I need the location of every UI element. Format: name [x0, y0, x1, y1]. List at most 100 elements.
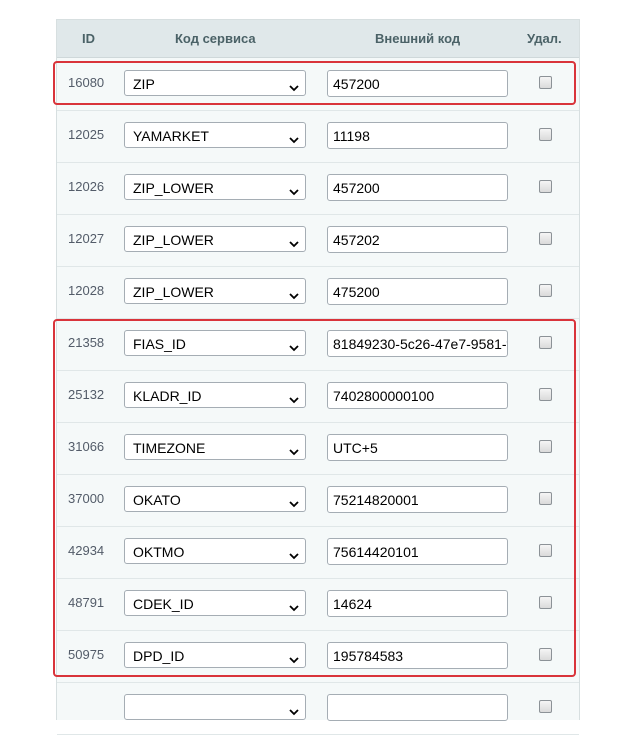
- table-row: 31066 TIMEZONE UTC+5: [57, 422, 579, 475]
- header-delete: Удал.: [527, 31, 562, 46]
- table-row: 12028 ZIP_LOWER 475200: [57, 266, 579, 319]
- external-code-value: 457200: [333, 76, 380, 92]
- delete-checkbox[interactable]: [539, 440, 552, 453]
- service-code-select[interactable]: OKATO: [124, 486, 306, 512]
- external-code-input[interactable]: 457200: [327, 174, 508, 201]
- chevron-down-icon: [289, 547, 299, 560]
- service-code-select[interactable]: ZIP_LOWER: [124, 174, 306, 200]
- delete-checkbox[interactable]: [539, 492, 552, 505]
- table-row: 50975 DPD_ID 195784583: [57, 630, 579, 683]
- table-row: 12025 YAMARKET 11198: [57, 110, 579, 163]
- delete-checkbox[interactable]: [539, 336, 552, 349]
- external-code-value: 457202: [333, 232, 380, 248]
- external-code-value: 195784583: [333, 648, 404, 664]
- external-code-input[interactable]: 457202: [327, 226, 508, 253]
- delete-checkbox[interactable]: [539, 388, 552, 401]
- table-row: [57, 682, 579, 735]
- row-id: 25132: [68, 387, 105, 402]
- table-row: 48791 CDEK_ID 14624: [57, 578, 579, 631]
- service-code-select[interactable]: FIAS_ID: [124, 330, 306, 356]
- service-code-value: TIMEZONE: [133, 440, 206, 456]
- external-code-value: 75214820001: [333, 492, 419, 508]
- service-code-select[interactable]: YAMARKET: [124, 122, 306, 148]
- service-code-value: OKTMO: [133, 544, 185, 560]
- service-code-value: ZIP: [133, 76, 155, 92]
- external-code-input[interactable]: 75214820001: [327, 486, 508, 513]
- external-code-input[interactable]: 75614420101: [327, 538, 508, 565]
- chevron-down-icon: [289, 235, 299, 248]
- service-code-select[interactable]: ZIP_LOWER: [124, 226, 306, 252]
- external-code-value: 457200: [333, 180, 380, 196]
- delete-checkbox[interactable]: [539, 648, 552, 661]
- delete-checkbox[interactable]: [539, 700, 552, 713]
- delete-checkbox[interactable]: [539, 76, 552, 89]
- service-code-value: OKATO: [133, 492, 181, 508]
- row-id: 16080: [68, 75, 105, 90]
- chevron-down-icon: [289, 391, 299, 404]
- chevron-down-icon: [289, 339, 299, 352]
- external-code-value: 475200: [333, 284, 380, 300]
- external-code-value: 7402800000100: [333, 388, 435, 404]
- external-code-input[interactable]: UTC+5: [327, 434, 508, 461]
- table-row: 37000 OKATO 75214820001: [57, 474, 579, 527]
- service-code-select[interactable]: OKTMO: [124, 538, 306, 564]
- service-code-select[interactable]: CDEK_ID: [124, 590, 306, 616]
- external-code-value: UTC+5: [333, 440, 378, 456]
- table-header: ID Код сервиса Внешний код Удал.: [57, 20, 579, 58]
- service-code-select[interactable]: ZIP: [124, 70, 306, 96]
- row-id: 42934: [68, 543, 105, 558]
- service-code-select[interactable]: KLADR_ID: [124, 382, 306, 408]
- external-code-value: 75614420101: [333, 544, 419, 560]
- table-row: 42934 OKTMO 75614420101: [57, 526, 579, 579]
- service-code-select[interactable]: [124, 694, 306, 720]
- row-id: 37000: [68, 491, 105, 506]
- chevron-down-icon: [289, 131, 299, 144]
- header-id: ID: [82, 31, 95, 46]
- chevron-down-icon: [289, 651, 299, 664]
- chevron-down-icon: [289, 443, 299, 456]
- header-external-code: Внешний код: [375, 31, 461, 46]
- delete-checkbox[interactable]: [539, 180, 552, 193]
- row-id: 21358: [68, 335, 105, 350]
- delete-checkbox[interactable]: [539, 128, 552, 141]
- row-id: 50975: [68, 647, 105, 662]
- chevron-down-icon: [289, 287, 299, 300]
- row-id: 12028: [68, 283, 105, 298]
- chevron-down-icon: [289, 495, 299, 508]
- table-row: 12026 ZIP_LOWER 457200: [57, 162, 579, 215]
- row-id: 12027: [68, 231, 105, 246]
- service-code-value: ZIP_LOWER: [133, 284, 214, 300]
- external-code-input[interactable]: [327, 694, 508, 721]
- external-code-input[interactable]: 7402800000100: [327, 382, 508, 409]
- delete-checkbox[interactable]: [539, 284, 552, 297]
- table-row: 12027 ZIP_LOWER 457202: [57, 214, 579, 267]
- external-code-value: 14624: [333, 596, 372, 612]
- external-code-input[interactable]: 457200: [327, 70, 508, 97]
- external-code-input[interactable]: 475200: [327, 278, 508, 305]
- service-code-value: DPD_ID: [133, 648, 185, 664]
- service-code-value: ZIP_LOWER: [133, 232, 214, 248]
- chevron-down-icon: [289, 703, 299, 716]
- chevron-down-icon: [289, 599, 299, 612]
- service-code-value: KLADR_ID: [133, 388, 202, 404]
- header-service-code: Код сервиса: [175, 31, 256, 46]
- delete-checkbox[interactable]: [539, 232, 552, 245]
- row-id: 31066: [68, 439, 105, 454]
- service-code-select[interactable]: TIMEZONE: [124, 434, 306, 460]
- service-code-select[interactable]: DPD_ID: [124, 642, 306, 668]
- service-code-value: CDEK_ID: [133, 596, 194, 612]
- service-code-value: FIAS_ID: [133, 336, 186, 352]
- service-code-value: YAMARKET: [133, 128, 209, 144]
- external-code-input[interactable]: 11198: [327, 122, 508, 149]
- external-code-input[interactable]: 14624: [327, 590, 508, 617]
- external-code-input[interactable]: 195784583: [327, 642, 508, 669]
- delete-checkbox[interactable]: [539, 596, 552, 609]
- delete-checkbox[interactable]: [539, 544, 552, 557]
- external-code-value: 81849230-5c26-47e7-9581-f3: [333, 336, 508, 352]
- chevron-down-icon: [289, 183, 299, 196]
- external-code-input[interactable]: 81849230-5c26-47e7-9581-f3: [327, 330, 508, 357]
- service-code-select[interactable]: ZIP_LOWER: [124, 278, 306, 304]
- table-row: 21358 FIAS_ID 81849230-5c26-47e7-9581-f3: [57, 318, 579, 371]
- chevron-down-icon: [289, 79, 299, 92]
- codes-table: ID Код сервиса Внешний код Удал. 16080 ZI…: [56, 19, 580, 735]
